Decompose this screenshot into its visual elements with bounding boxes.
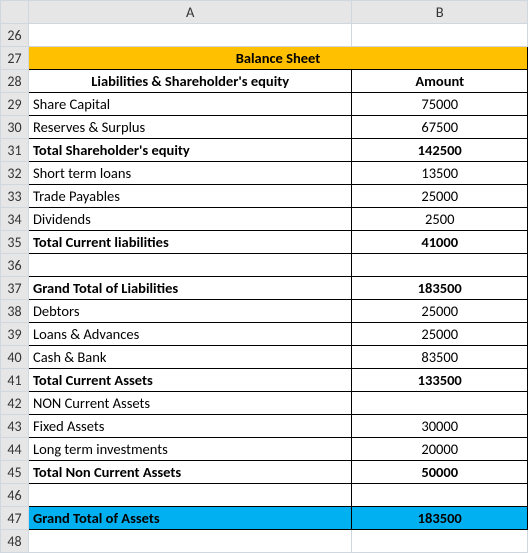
cell-A26[interactable] bbox=[28, 24, 352, 47]
cell-A36[interactable] bbox=[28, 254, 352, 277]
cell-B46[interactable] bbox=[352, 484, 528, 507]
cell-B34[interactable]: 2500 bbox=[352, 208, 528, 231]
table-header-A[interactable]: Liabilities & Shareholder's equity bbox=[28, 70, 352, 93]
row-header[interactable]: 43 bbox=[1, 415, 29, 438]
sheet-title[interactable]: Balance Sheet bbox=[28, 47, 527, 70]
cell-B42[interactable] bbox=[352, 392, 528, 415]
row-header[interactable]: 48 bbox=[1, 530, 29, 553]
row-header[interactable]: 41 bbox=[1, 369, 29, 392]
column-header-A[interactable]: A bbox=[28, 1, 352, 24]
cell-A46[interactable] bbox=[28, 484, 352, 507]
row-header[interactable]: 40 bbox=[1, 346, 29, 369]
cell-B43[interactable]: 30000 bbox=[352, 415, 528, 438]
row-header[interactable]: 27 bbox=[1, 47, 29, 70]
cell-B47[interactable]: 183500 bbox=[352, 507, 528, 530]
cell-A30[interactable]: Reserves & Surplus bbox=[28, 116, 352, 139]
cell-A42[interactable]: NON Current Assets bbox=[28, 392, 352, 415]
cell-B44[interactable]: 20000 bbox=[352, 438, 528, 461]
cell-B36[interactable] bbox=[352, 254, 528, 277]
row-header[interactable]: 47 bbox=[1, 507, 29, 530]
row-header[interactable]: 34 bbox=[1, 208, 29, 231]
cell-A41[interactable]: Total Current Assets bbox=[28, 369, 352, 392]
cell-B45[interactable]: 50000 bbox=[352, 461, 528, 484]
row-header[interactable]: 46 bbox=[1, 484, 29, 507]
spreadsheet-grid[interactable]: AB 2627Balance Sheet28Liabilities & Share… bbox=[0, 0, 528, 553]
cell-B31[interactable]: 142500 bbox=[352, 139, 528, 162]
cell-A40[interactable]: Cash & Bank bbox=[28, 346, 352, 369]
row-header[interactable]: 28 bbox=[1, 70, 29, 93]
cell-A39[interactable]: Loans & Advances bbox=[28, 323, 352, 346]
row-header[interactable]: 31 bbox=[1, 139, 29, 162]
cell-B35[interactable]: 41000 bbox=[352, 231, 528, 254]
cell-A43[interactable]: Fixed Assets bbox=[28, 415, 352, 438]
select-all-corner[interactable] bbox=[1, 1, 29, 24]
cell-B39[interactable]: 25000 bbox=[352, 323, 528, 346]
cell-A47[interactable]: Grand Total of Assets bbox=[28, 507, 352, 530]
row-header[interactable]: 38 bbox=[1, 300, 29, 323]
cell-A34[interactable]: Dividends bbox=[28, 208, 352, 231]
cell-B29[interactable]: 75000 bbox=[352, 93, 528, 116]
cell-A32[interactable]: Short term loans bbox=[28, 162, 352, 185]
row-header[interactable]: 29 bbox=[1, 93, 29, 116]
row-header[interactable]: 37 bbox=[1, 277, 29, 300]
cell-B30[interactable]: 67500 bbox=[352, 116, 528, 139]
cell-B38[interactable]: 25000 bbox=[352, 300, 528, 323]
row-header[interactable]: 44 bbox=[1, 438, 29, 461]
table-header-B[interactable]: Amount bbox=[352, 70, 528, 93]
cell-B33[interactable]: 25000 bbox=[352, 185, 528, 208]
row-header[interactable]: 45 bbox=[1, 461, 29, 484]
cell-A35[interactable]: Total Current liabilities bbox=[28, 231, 352, 254]
row-header[interactable]: 26 bbox=[1, 24, 29, 47]
cell-A45[interactable]: Total Non Current Assets bbox=[28, 461, 352, 484]
row-header[interactable]: 36 bbox=[1, 254, 29, 277]
cell-B41[interactable]: 133500 bbox=[352, 369, 528, 392]
column-header-B[interactable]: B bbox=[352, 1, 528, 24]
cell-B40[interactable]: 83500 bbox=[352, 346, 528, 369]
cell-A33[interactable]: Trade Payables bbox=[28, 185, 352, 208]
row-header[interactable]: 32 bbox=[1, 162, 29, 185]
cell-B26[interactable] bbox=[352, 24, 528, 47]
cell-A38[interactable]: Debtors bbox=[28, 300, 352, 323]
row-header[interactable]: 42 bbox=[1, 392, 29, 415]
row-header[interactable]: 33 bbox=[1, 185, 29, 208]
cell-A44[interactable]: Long term investments bbox=[28, 438, 352, 461]
row-header[interactable]: 30 bbox=[1, 116, 29, 139]
cell-B32[interactable]: 13500 bbox=[352, 162, 528, 185]
cell-B37[interactable]: 183500 bbox=[352, 277, 528, 300]
row-header[interactable]: 39 bbox=[1, 323, 29, 346]
row-header[interactable]: 35 bbox=[1, 231, 29, 254]
cell-B48[interactable] bbox=[352, 530, 528, 553]
cell-A48[interactable] bbox=[28, 530, 352, 553]
cell-A31[interactable]: Total Shareholder's equity bbox=[28, 139, 352, 162]
cell-A37[interactable]: Grand Total of Liabilities bbox=[28, 277, 352, 300]
cell-A29[interactable]: Share Capital bbox=[28, 93, 352, 116]
